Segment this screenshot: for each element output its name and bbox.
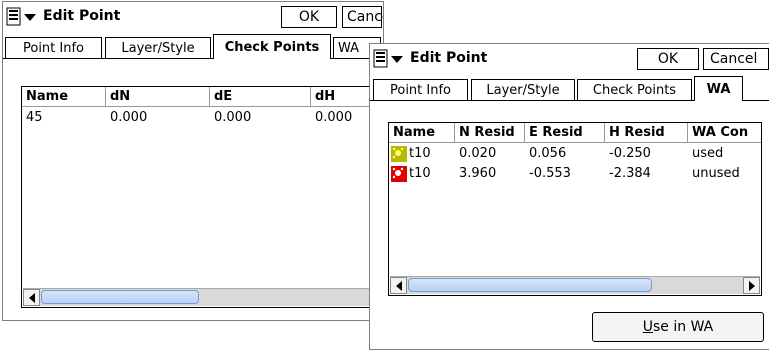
cell-h-resid: -0.250 (609, 146, 651, 161)
tab-layer-style[interactable]: Layer/Style (471, 79, 575, 100)
cell-name: t10 (389, 144, 431, 163)
tab-check-points[interactable]: Check Points (213, 34, 331, 59)
check-points-table: Name dN dE dH 45 0.000 0.000 0.000 (21, 86, 383, 308)
tab-point-info[interactable]: Point Info (5, 37, 102, 58)
tab-strip: Point Info Layer/Style Check Points WA (370, 76, 769, 101)
tab-wa[interactable]: WA (694, 76, 743, 101)
tab-layer-style[interactable]: Layer/Style (105, 37, 211, 58)
column-header-dn[interactable]: dN (106, 87, 210, 107)
column-header-h-resid[interactable]: H Resid (605, 123, 688, 143)
cell-dn: 0.000 (110, 110, 148, 125)
tab-point-info[interactable]: Point Info (373, 79, 468, 100)
window-title: Edit Point (43, 8, 121, 24)
horizontal-scrollbar[interactable] (390, 276, 760, 294)
cell-e-resid: 0.056 (529, 146, 567, 161)
cell-de: 0.000 (214, 110, 252, 125)
menu-dropdown-icon[interactable] (373, 48, 408, 70)
column-header-de[interactable]: dE (210, 87, 311, 107)
edit-point-window-back: Edit Point OK Cancel Point Info Layer/St… (2, 1, 384, 321)
tab-strip: Point Info Layer/Style Check Points WA (3, 34, 383, 59)
title-bar: Edit Point OK Cancel (370, 44, 769, 75)
cell-wa-con: unused (692, 166, 740, 181)
column-header-name[interactable]: Name (22, 87, 106, 107)
window-title: Edit Point (410, 50, 488, 66)
column-header-name[interactable]: Name (389, 123, 455, 143)
used-point-icon (391, 145, 407, 162)
scroll-left-arrow-icon[interactable] (390, 277, 407, 294)
use-in-wa-button[interactable]: Use in WA (592, 312, 764, 342)
tab-check-points[interactable]: Check Points (577, 79, 692, 100)
ok-button[interactable]: OK (281, 6, 337, 28)
cancel-button[interactable]: Cancel (342, 6, 383, 28)
cell-wa-con: used (692, 146, 724, 161)
edit-point-window-front: Edit Point OK Cancel Point Info Layer/St… (369, 43, 769, 350)
title-bar: Edit Point OK Cancel (3, 2, 383, 33)
cell-h-resid: -2.384 (609, 166, 651, 181)
use-in-wa-label: se in WA (653, 319, 714, 335)
ok-button[interactable]: OK (637, 48, 699, 70)
cell-n-resid: 3.960 (459, 166, 497, 181)
cell-e-resid: -0.553 (529, 166, 571, 181)
scrollbar-thumb[interactable] (408, 278, 652, 292)
cancel-button[interactable]: Cancel (703, 48, 769, 70)
use-in-wa-accesskey: U (642, 319, 653, 335)
scroll-left-arrow-icon[interactable] (23, 289, 40, 306)
unused-point-icon (391, 165, 407, 182)
menu-dropdown-icon[interactable] (6, 6, 41, 28)
point-name: t10 (409, 146, 431, 161)
horizontal-scrollbar[interactable] (23, 288, 381, 306)
cell-n-resid: 0.020 (459, 146, 497, 161)
cell-name: 45 (26, 110, 43, 125)
wa-residuals-table: Name N Resid E Resid H Resid WA Con t10 … (388, 122, 762, 296)
cell-dh: 0.000 (315, 110, 353, 125)
column-header-wa-con[interactable]: WA Con (688, 123, 761, 143)
point-name: t10 (409, 166, 431, 181)
scroll-right-arrow-icon[interactable] (743, 277, 760, 294)
scrollbar-thumb[interactable] (41, 290, 199, 304)
cell-name: t10 (389, 164, 431, 183)
column-header-n-resid[interactable]: N Resid (455, 123, 525, 143)
column-header-e-resid[interactable]: E Resid (525, 123, 605, 143)
